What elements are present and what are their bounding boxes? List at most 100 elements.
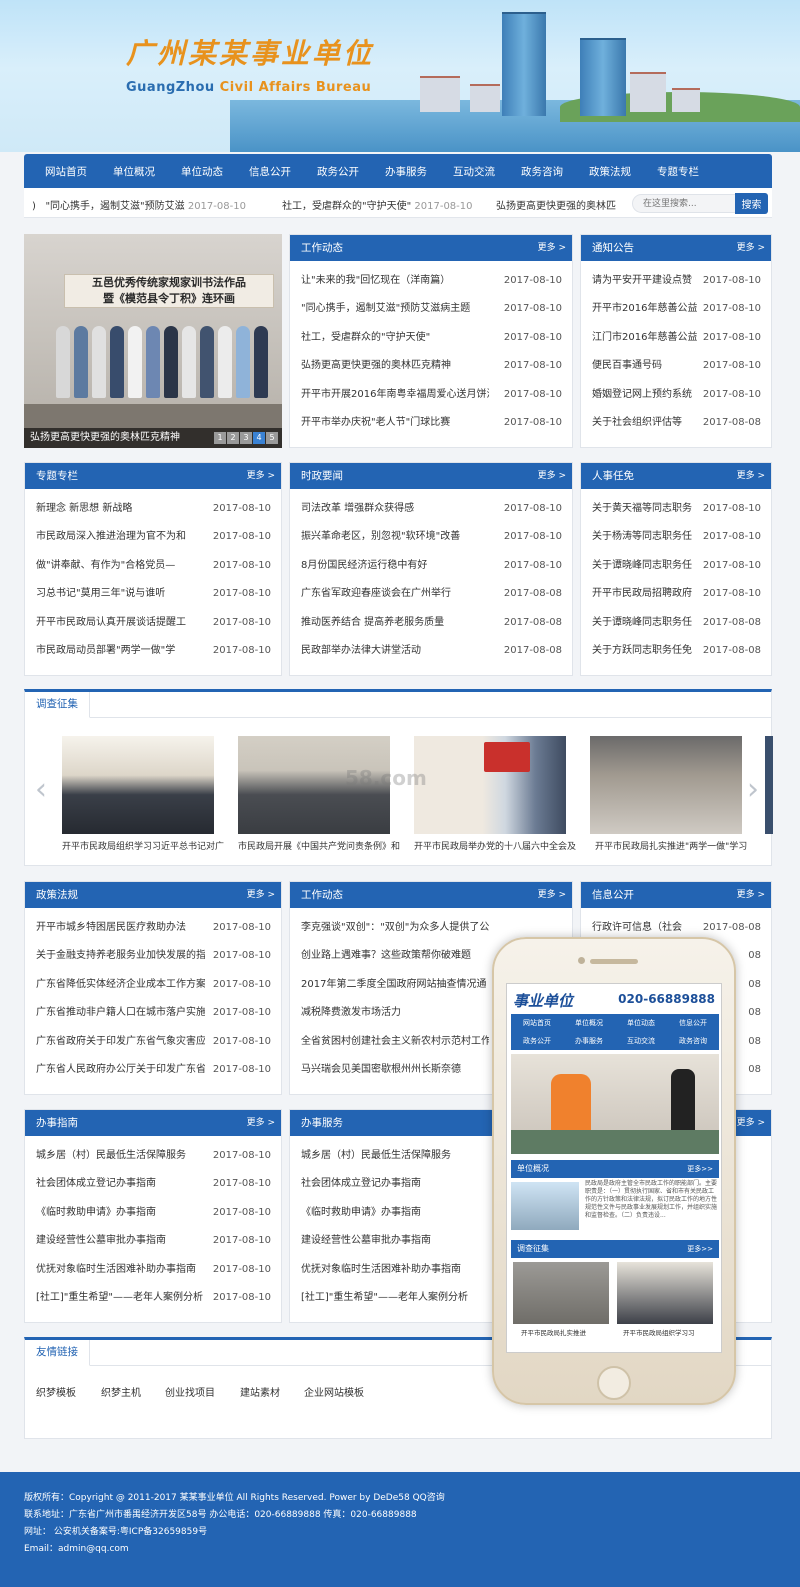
list-item-title[interactable]: 关于谭晓峰同志职务任 [592,609,692,637]
nav-topics[interactable]: 专题专栏 [657,164,699,179]
list-item[interactable]: 开平市举办庆祝"老人节"门球比赛 2017-08-10 [301,408,562,438]
list-item-title[interactable]: 便民百事通号码 [592,352,662,380]
panel-title[interactable]: 工作动态 [301,889,343,901]
list-item-title[interactable]: 开平市民政局认真开展谈话提醒工 [36,609,186,637]
site-logo-cn[interactable]: 广州某某事业单位 [126,32,374,72]
list-item-title[interactable]: 市民政局深入推进治理为官不为和 [36,523,186,551]
list-item[interactable]: 民政部举办法律大讲堂活动 2017-08-08 [301,636,562,666]
list-item[interactable]: 社会团体成立登记办事指南 2017-08-10 [36,1170,271,1199]
list-item[interactable]: 关于社会组织评估等 2017-08-08 [592,408,761,438]
panel-title[interactable]: 专题专栏 [36,470,78,482]
list-item[interactable]: 习总书记"莫用三年"说与谁听 2017-08-10 [36,580,271,609]
list-item-title[interactable]: 关于金融支持养老服务业加快发展的指 [36,942,205,970]
list-item-title[interactable]: 优抚对象临时生活困难补助办事指南 [36,1256,196,1284]
list-item[interactable]: 婚姻登记网上预约系统 2017-08-10 [592,380,761,409]
survey-caption[interactable]: 开平市民政局举办党的十八届六中全会及 [414,839,579,852]
list-item-title[interactable]: 建设经营性公墓审批办事指南 [301,1227,431,1255]
list-item-title[interactable]: [社工]"重生希望"——老年人案例分析 [301,1284,468,1312]
list-item[interactable]: 请为平安开平建设点赞 2017-08-10 [592,267,761,296]
panel-title[interactable]: 人事任免 [592,470,634,482]
list-item-title[interactable]: 城乡居（村）民最低生活保障服务 [301,1142,451,1170]
list-item[interactable]: 做"讲奉献、有作为"合格党员— 2017-08-10 [36,551,271,581]
list-item-title[interactable]: 城乡居（村）民最低生活保障服务 [36,1142,186,1170]
list-item-title[interactable]: 广东省政府关于印发广东省气象灾害应 [36,1028,205,1056]
list-item[interactable]: "同心携手，遏制艾滋"预防艾滋病主题 2017-08-10 [301,295,562,324]
survey-photo[interactable] [590,736,742,834]
list-item-title[interactable]: 广东省军政迎春座谈会在广州举行 [301,580,451,608]
nav-info-public[interactable]: 信息公开 [249,164,291,179]
more-link[interactable]: 更多 > [737,235,765,261]
list-item[interactable]: 建设经营性公墓审批办事指南 2017-08-10 [36,1227,271,1256]
panel-title[interactable]: 办事指南 [36,1117,78,1129]
slide-page-4[interactable]: 4 [253,432,265,444]
list-item[interactable]: 《临时救助申请》办事指南 2017-08-10 [36,1198,271,1228]
list-item[interactable]: 便民百事通号码 2017-08-10 [592,352,761,381]
list-item-title[interactable]: 开平市民政局招聘政府 [592,580,692,608]
list-item-title[interactable]: 习总书记"莫用三年"说与谁听 [36,580,165,608]
more-link[interactable]: 更多 > [538,235,566,261]
ticker-item[interactable]: 社工，受虐群众的"守护天使" 2017-08-10 [282,197,473,212]
more-link[interactable]: 更多 > [737,1110,765,1136]
list-item[interactable]: 开平市开展2016年南粤幸福周爱心送月饼活 2017-08-10 [301,380,562,409]
list-item[interactable]: 8月份国民经济运行稳中有好 2017-08-10 [301,551,562,581]
mobile-more-link[interactable]: 更多>> [687,1160,713,1178]
list-item[interactable]: 司法改革 增强群众获得感 2017-08-10 [301,495,562,524]
list-item[interactable]: 弘扬更高更快更强的奥林匹克精神 2017-08-10 [301,352,562,381]
friend-link[interactable]: 建站素材 [240,1384,280,1399]
list-item-title[interactable]: 李克强谈"双创"："双创"为众多人提供了公平竞争的机会 [301,914,489,942]
list-item[interactable]: 广东省人民政府办公厅关于印发广东省 2017-08-10 [36,1055,271,1085]
list-item-title[interactable]: 社工，受虐群众的"守护天使" [301,324,430,352]
list-item[interactable]: 广东省推动非户籍人口在城市落户实施 2017-08-10 [36,999,271,1028]
survey-photo[interactable] [62,736,214,834]
list-item-title[interactable]: 婚姻登记网上预约系统 [592,381,692,409]
list-item[interactable]: [社工]"重生希望"——老年人案例分析 2017-08-10 [36,1283,271,1313]
nav-dynamics[interactable]: 单位动态 [181,164,223,179]
list-item-title[interactable]: 8月份国民经济运行稳中有好 [301,552,427,580]
list-item-title[interactable]: 马兴瑞会见美国密歇根州州长斯奈德 [301,1056,461,1084]
more-link[interactable]: 更多 > [247,463,275,489]
list-item-title[interactable]: 社会团体成立登记办事指南 [36,1170,156,1198]
mobile-survey-photo[interactable] [617,1262,713,1324]
slide-page-1[interactable]: 1 [214,432,226,444]
list-item-title[interactable]: 关于方跃同志职务任免 [592,637,692,665]
prev-arrow-icon[interactable]: ‹ [35,772,47,807]
list-item[interactable]: 振兴革命老区，别忽视"软环境"改善 2017-08-10 [301,523,562,552]
search-button[interactable]: 搜索 [735,193,768,214]
list-item[interactable]: 城乡居（村）民最低生活保障服务 2017-08-10 [36,1142,271,1171]
list-item-title[interactable]: 减税降费激发市场活力 [301,999,401,1027]
friend-link[interactable]: 企业网站模板 [304,1384,364,1399]
next-arrow-icon[interactable]: › [747,772,759,807]
list-item[interactable]: 开平市民政局招聘政府 2017-08-10 [592,580,761,609]
mobile-slide-photo[interactable] [511,1054,719,1154]
list-item-title[interactable]: 开平市城乡特困居民医疗救助办法 [36,914,186,942]
list-item-title[interactable]: 《临时救助申请》办事指南 [301,1199,421,1227]
more-link[interactable]: 更多 > [538,882,566,908]
survey-caption[interactable]: 开平市民政局扎实推进"两学一做"学习 [595,839,760,852]
list-item-title[interactable]: 创业路上遇难事？这些政策帮你破难题 [301,942,471,970]
list-item-title[interactable]: 请为平安开平建设点赞 [592,267,692,295]
search-input[interactable] [632,194,736,213]
survey-photo[interactable] [414,736,566,834]
list-item-title[interactable]: 司法改革 增强群众获得感 [301,495,414,523]
friend-link[interactable]: 织梦主机 [101,1384,141,1399]
panel-title[interactable]: 时政要闻 [301,470,343,482]
list-item[interactable]: 关于谭晓峰同志职务任 2017-08-08 [592,608,761,637]
more-link[interactable]: 更多 > [538,463,566,489]
list-item-title[interactable]: 广东省人民政府办公厅关于印发广东省 [36,1056,205,1084]
friend-link[interactable]: 织梦模板 [36,1384,76,1399]
list-item-title[interactable]: 让"未来的我"回忆现在（洋南篇） [301,267,450,295]
list-item-title[interactable]: 广东省推动非户籍人口在城市落户实施 [36,999,205,1027]
list-item-title[interactable]: 全省贫困村创建社会主义新农村示范村工作 [301,1028,489,1056]
nav-overview[interactable]: 单位概况 [113,164,155,179]
more-link[interactable]: 更多 > [737,463,765,489]
survey-caption[interactable]: 开平市民政局组织学习习近平总书记对广 [62,839,227,852]
list-item[interactable]: 推动医养结合 提高养老服务质量 2017-08-08 [301,608,562,637]
slide-page-5[interactable]: 5 [266,432,278,444]
list-item-title[interactable]: 振兴革命老区，别忽视"软环境"改善 [301,523,460,551]
list-item-title[interactable]: 弘扬更高更快更强的奥林匹克精神 [301,352,451,380]
panel-title[interactable]: 工作动态 [301,242,343,254]
list-item[interactable]: 广东省降低实体经济企业成本工作方案 2017-08-10 [36,970,271,1000]
mobile-nav-item[interactable]: 办事服务 [563,1036,615,1046]
slide-page-2[interactable]: 2 [227,432,239,444]
survey-caption[interactable]: 市民政局开展《中国共产党问责条例》和 [238,839,403,852]
